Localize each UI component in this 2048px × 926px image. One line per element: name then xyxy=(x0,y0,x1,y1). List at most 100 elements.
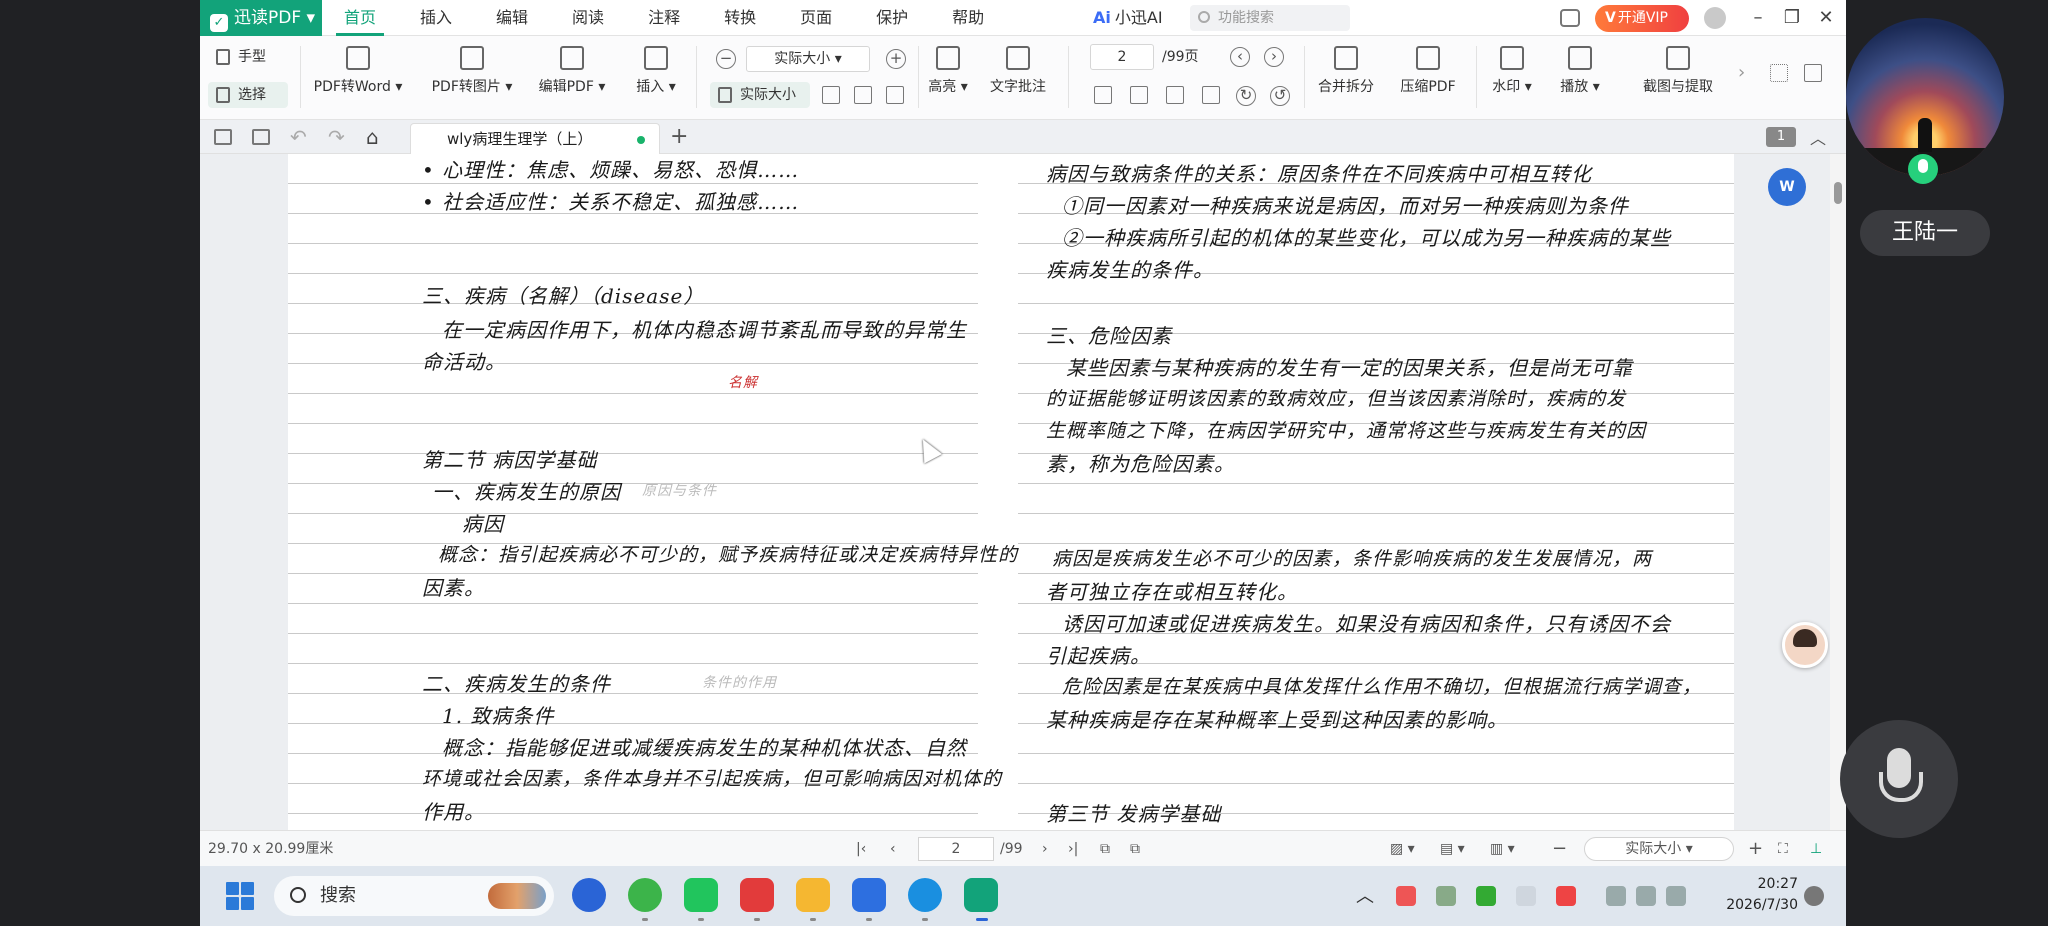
save-icon[interactable] xyxy=(252,129,270,145)
message-icon[interactable] xyxy=(1560,9,1580,27)
next-page-icon[interactable]: › xyxy=(1042,831,1048,867)
ie-app-icon[interactable] xyxy=(628,878,662,912)
prev-page-icon[interactable]: ‹ xyxy=(1230,47,1250,67)
view-mode-icon[interactable]: ▤ ▾ xyxy=(1440,831,1465,867)
function-search-input[interactable]: 功能搜索 xyxy=(1190,5,1350,31)
text-note-button[interactable]: 文字批注 xyxy=(982,46,1054,96)
hand-tool-button[interactable]: 手型 xyxy=(208,44,266,70)
ai-assistant-button[interactable]: Ai 小迅AI xyxy=(1093,0,1163,36)
zoom-in-icon[interactable]: + xyxy=(886,49,906,69)
select-tool-button[interactable]: 选择 xyxy=(208,82,288,108)
first-page-icon[interactable]: |‹ xyxy=(856,831,866,867)
fit-page-icon[interactable] xyxy=(854,86,872,104)
home-icon[interactable]: ⌂ xyxy=(366,125,379,149)
clock-date[interactable]: 2026/7/30 xyxy=(1718,897,1798,913)
edge-app-icon[interactable] xyxy=(908,878,942,912)
status-zoom-select[interactable]: 实际大小 ▾ xyxy=(1584,837,1734,861)
continuous-icon[interactable] xyxy=(1202,86,1220,104)
browser-app-icon[interactable] xyxy=(572,878,606,912)
page-number-input[interactable]: 2 xyxy=(1090,44,1154,70)
chevron-up-icon[interactable]: ︿ xyxy=(1810,125,1826,149)
menu-protect[interactable]: 保护 xyxy=(854,0,930,36)
pdf-to-word-button[interactable]: PDF转Word ▾ xyxy=(306,46,410,96)
clock-time[interactable]: 20:27 xyxy=(1718,876,1798,892)
print-icon[interactable] xyxy=(214,129,232,145)
book-mode-icon[interactable] xyxy=(1166,86,1184,104)
file-explorer-icon[interactable] xyxy=(796,878,830,912)
zoom-out-icon[interactable]: − xyxy=(716,49,736,69)
microphone-button[interactable] xyxy=(1840,720,1958,838)
wps-app-icon[interactable] xyxy=(740,878,774,912)
status-page-input[interactable]: 2 xyxy=(918,837,994,861)
tray-app-icon[interactable] xyxy=(1396,886,1416,906)
minimize-icon[interactable]: – xyxy=(1740,0,1776,36)
menu-home[interactable]: 首页 xyxy=(322,0,398,36)
back-view-icon[interactable]: ⧉ xyxy=(1100,831,1110,867)
prev-page-icon[interactable]: ‹ xyxy=(890,831,896,867)
tray-sync-icon[interactable] xyxy=(1436,886,1456,906)
taskbar-search[interactable]: 搜索 xyxy=(274,876,554,916)
chevron-right-icon[interactable]: › xyxy=(1738,62,1745,83)
menu-insert[interactable]: 插入 xyxy=(398,0,474,36)
assistant-avatar-icon[interactable] xyxy=(1782,622,1828,668)
menu-convert[interactable]: 转换 xyxy=(702,0,778,36)
undo-icon[interactable]: ↶ xyxy=(290,125,307,149)
zoom-out-icon[interactable]: − xyxy=(1552,831,1567,867)
user-avatar-icon[interactable] xyxy=(1704,7,1726,29)
highlight-button[interactable]: 高亮 ▾ xyxy=(924,46,972,96)
notification-icon[interactable] xyxy=(1804,886,1824,906)
forward-view-icon[interactable]: ⧉ xyxy=(1130,831,1140,867)
double-page-icon[interactable] xyxy=(1130,86,1148,104)
fill-mode-icon[interactable]: ▨ ▾ xyxy=(1390,831,1415,867)
zoom-in-icon[interactable]: + xyxy=(1748,831,1763,867)
app-logo[interactable]: ✓ 迅读PDF ▾ xyxy=(200,0,322,36)
drag-handle-icon[interactable] xyxy=(1770,64,1788,82)
text-mode-icon[interactable] xyxy=(886,86,904,104)
tray-wps-icon[interactable] xyxy=(1556,886,1576,906)
fullscreen-icon[interactable]: ⛶ xyxy=(1778,831,1788,867)
document-viewport[interactable]: • 心理性：焦虑、烦躁、易怒、恐惧…… • 社会适应性：关系不稳定、孤独感…… … xyxy=(200,154,1846,830)
fit-width-icon[interactable] xyxy=(822,86,840,104)
actual-size-button[interactable]: 实际大小 xyxy=(710,82,810,108)
zoom-select[interactable]: 实际大小 ▾ xyxy=(746,46,870,72)
document-tab[interactable]: wly病理生理学（上） xyxy=(410,123,660,154)
vertical-scrollbar[interactable] xyxy=(1830,154,1846,830)
windows-start-icon[interactable] xyxy=(226,882,254,910)
pin-icon[interactable]: ⊥ xyxy=(1810,831,1822,867)
pdf-reader-app-icon[interactable] xyxy=(964,878,998,912)
last-page-icon[interactable]: ›| xyxy=(1068,831,1078,867)
redo-icon[interactable]: ↷ xyxy=(328,125,345,149)
volume-icon[interactable] xyxy=(1636,886,1656,906)
vip-button[interactable]: V 开通VIP xyxy=(1595,5,1689,32)
new-tab-button[interactable]: + xyxy=(670,120,688,154)
menu-annotate[interactable]: 注释 xyxy=(626,0,702,36)
watermark-button[interactable]: 水印 ▾ xyxy=(1484,46,1540,96)
play-button[interactable]: 播放 ▾ xyxy=(1552,46,1608,96)
app-grid-icon[interactable] xyxy=(1804,64,1822,82)
tray-ime-icon[interactable] xyxy=(1516,886,1536,906)
menu-edit[interactable]: 编辑 xyxy=(474,0,550,36)
tray-expand-icon[interactable]: ︿ xyxy=(1356,882,1374,908)
pdf-to-image-button[interactable]: PDF转图片 ▾ xyxy=(424,46,520,96)
next-page-icon[interactable]: › xyxy=(1264,47,1284,67)
single-page-icon[interactable] xyxy=(1094,86,1112,104)
rotate-left-icon[interactable]: ↺ xyxy=(1270,86,1290,106)
compress-pdf-button[interactable]: 压缩PDF xyxy=(1392,46,1464,96)
menu-page[interactable]: 页面 xyxy=(778,0,854,36)
wechat-app-icon[interactable] xyxy=(684,878,718,912)
page-layout-icon[interactable]: ▥ ▾ xyxy=(1490,831,1515,867)
meeting-app-icon[interactable] xyxy=(852,878,886,912)
scroll-thumb[interactable] xyxy=(1834,182,1842,204)
close-icon[interactable]: ✕ xyxy=(1808,0,1844,36)
insert-button[interactable]: 插入 ▾ xyxy=(628,46,684,96)
restore-icon[interactable]: ❐ xyxy=(1774,0,1810,36)
screenshot-extract-button[interactable]: 截图与提取 xyxy=(1618,46,1738,96)
merge-split-button[interactable]: 合并拆分 xyxy=(1310,46,1382,96)
rotate-right-icon[interactable]: ↻ xyxy=(1236,86,1256,106)
tray-security-icon[interactable] xyxy=(1476,886,1496,906)
wifi-icon[interactable] xyxy=(1606,886,1626,906)
battery-icon[interactable] xyxy=(1666,886,1686,906)
menu-read[interactable]: 阅读 xyxy=(550,0,626,36)
to-word-float-button[interactable]: W xyxy=(1768,168,1806,206)
menu-help[interactable]: 帮助 xyxy=(930,0,1006,36)
